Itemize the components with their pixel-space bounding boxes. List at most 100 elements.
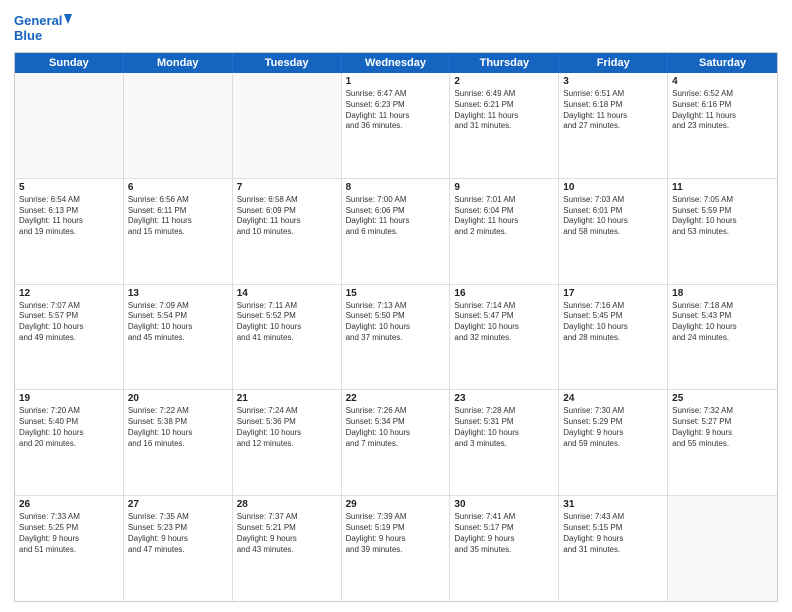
calendar-cell: 13 Sunrise: 7:09 AM Sunset: 5:54 PM Dayli… (124, 285, 233, 390)
day-number: 30 (454, 499, 554, 510)
calendar-row: 5 Sunrise: 6:54 AM Sunset: 6:13 PM Daylig… (15, 179, 777, 285)
day-number: 20 (128, 393, 228, 404)
weekday-header: Wednesday (342, 53, 451, 73)
empty-cell (668, 496, 777, 601)
day-number: 12 (19, 288, 119, 299)
day-number: 17 (563, 288, 663, 299)
calendar-cell: 28 Sunrise: 7:37 AM Sunset: 5:21 PM Dayli… (233, 496, 342, 601)
cell-info: Sunrise: 6:51 AM Sunset: 6:18 PM Dayligh… (563, 89, 663, 132)
cell-info: Sunrise: 7:43 AM Sunset: 5:15 PM Dayligh… (563, 512, 663, 555)
empty-cell (233, 73, 342, 178)
day-number: 10 (563, 182, 663, 193)
page: GeneralBlue SundayMondayTuesdayWednesday… (0, 0, 792, 612)
calendar-cell: 9 Sunrise: 7:01 AM Sunset: 6:04 PM Daylig… (450, 179, 559, 284)
calendar-cell: 10 Sunrise: 7:03 AM Sunset: 6:01 PM Dayli… (559, 179, 668, 284)
cell-info: Sunrise: 7:32 AM Sunset: 5:27 PM Dayligh… (672, 406, 773, 449)
calendar-row: 19 Sunrise: 7:20 AM Sunset: 5:40 PM Dayli… (15, 390, 777, 496)
calendar-cell: 12 Sunrise: 7:07 AM Sunset: 5:57 PM Dayli… (15, 285, 124, 390)
cell-info: Sunrise: 7:14 AM Sunset: 5:47 PM Dayligh… (454, 301, 554, 344)
weekday-header: Saturday (668, 53, 777, 73)
cell-info: Sunrise: 7:22 AM Sunset: 5:38 PM Dayligh… (128, 406, 228, 449)
cell-info: Sunrise: 6:58 AM Sunset: 6:09 PM Dayligh… (237, 195, 337, 238)
day-number: 8 (346, 182, 446, 193)
calendar-cell: 11 Sunrise: 7:05 AM Sunset: 5:59 PM Dayli… (668, 179, 777, 284)
day-number: 6 (128, 182, 228, 193)
calendar-cell: 7Sunrise: 6:58 AM Sunset: 6:09 PM Daylig… (233, 179, 342, 284)
day-number: 13 (128, 288, 228, 299)
day-number: 28 (237, 499, 337, 510)
weekday-header: Monday (124, 53, 233, 73)
cell-info: Sunrise: 7:05 AM Sunset: 5:59 PM Dayligh… (672, 195, 773, 238)
day-number: 18 (672, 288, 773, 299)
cell-info: Sunrise: 7:30 AM Sunset: 5:29 PM Dayligh… (563, 406, 663, 449)
day-number: 4 (672, 76, 773, 87)
calendar-cell: 29 Sunrise: 7:39 AM Sunset: 5:19 PM Dayli… (342, 496, 451, 601)
calendar-header: SundayMondayTuesdayWednesdayThursdayFrid… (15, 53, 777, 73)
cell-info: Sunrise: 7:16 AM Sunset: 5:45 PM Dayligh… (563, 301, 663, 344)
svg-text:General: General (14, 13, 62, 28)
cell-info: Sunrise: 7:09 AM Sunset: 5:54 PM Dayligh… (128, 301, 228, 344)
cell-info: Sunrise: 7:41 AM Sunset: 5:17 PM Dayligh… (454, 512, 554, 555)
cell-info: Sunrise: 6:54 AM Sunset: 6:13 PM Dayligh… (19, 195, 119, 238)
cell-info: Sunrise: 7:01 AM Sunset: 6:04 PM Dayligh… (454, 195, 554, 238)
day-number: 29 (346, 499, 446, 510)
calendar-row: 1 Sunrise: 6:47 AM Sunset: 6:23 PM Daylig… (15, 73, 777, 179)
logo: GeneralBlue (14, 10, 74, 46)
cell-info: Sunrise: 7:26 AM Sunset: 5:34 PM Dayligh… (346, 406, 446, 449)
calendar-cell: 25 Sunrise: 7:32 AM Sunset: 5:27 PM Dayli… (668, 390, 777, 495)
calendar-cell: 22 Sunrise: 7:26 AM Sunset: 5:34 PM Dayli… (342, 390, 451, 495)
day-number: 1 (346, 76, 446, 87)
day-number: 5 (19, 182, 119, 193)
cell-info: Sunrise: 7:28 AM Sunset: 5:31 PM Dayligh… (454, 406, 554, 449)
day-number: 11 (672, 182, 773, 193)
calendar-cell: 17 Sunrise: 7:16 AM Sunset: 5:45 PM Dayli… (559, 285, 668, 390)
header: GeneralBlue (14, 10, 778, 46)
calendar-body: 1 Sunrise: 6:47 AM Sunset: 6:23 PM Daylig… (15, 73, 777, 601)
weekday-header: Tuesday (233, 53, 342, 73)
calendar-cell: 24 Sunrise: 7:30 AM Sunset: 5:29 PM Dayli… (559, 390, 668, 495)
weekday-header: Thursday (450, 53, 559, 73)
empty-cell (15, 73, 124, 178)
cell-info: Sunrise: 7:03 AM Sunset: 6:01 PM Dayligh… (563, 195, 663, 238)
cell-info: Sunrise: 6:52 AM Sunset: 6:16 PM Dayligh… (672, 89, 773, 132)
calendar-cell: 21Sunrise: 7:24 AM Sunset: 5:36 PM Dayli… (233, 390, 342, 495)
calendar-row: 26Sunrise: 7:33 AM Sunset: 5:25 PM Dayli… (15, 496, 777, 601)
calendar-cell: 16 Sunrise: 7:14 AM Sunset: 5:47 PM Dayli… (450, 285, 559, 390)
cell-info: Sunrise: 7:39 AM Sunset: 5:19 PM Dayligh… (346, 512, 446, 555)
day-number: 15 (346, 288, 446, 299)
cell-info: Sunrise: 7:37 AM Sunset: 5:21 PM Dayligh… (237, 512, 337, 555)
cell-info: Sunrise: 7:20 AM Sunset: 5:40 PM Dayligh… (19, 406, 119, 449)
day-number: 16 (454, 288, 554, 299)
day-number: 26 (19, 499, 119, 510)
calendar-row: 12 Sunrise: 7:07 AM Sunset: 5:57 PM Dayli… (15, 285, 777, 391)
cell-info: Sunrise: 7:00 AM Sunset: 6:06 PM Dayligh… (346, 195, 446, 238)
calendar-cell: 20 Sunrise: 7:22 AM Sunset: 5:38 PM Dayli… (124, 390, 233, 495)
calendar-cell: 3Sunrise: 6:51 AM Sunset: 6:18 PM Daylig… (559, 73, 668, 178)
calendar-cell: 6 Sunrise: 6:56 AM Sunset: 6:11 PM Daylig… (124, 179, 233, 284)
calendar-cell: 19 Sunrise: 7:20 AM Sunset: 5:40 PM Dayli… (15, 390, 124, 495)
calendar-cell: 23Sunrise: 7:28 AM Sunset: 5:31 PM Dayli… (450, 390, 559, 495)
day-number: 9 (454, 182, 554, 193)
logo-svg: GeneralBlue (14, 10, 74, 46)
calendar-cell: 2Sunrise: 6:49 AM Sunset: 6:21 PM Daylig… (450, 73, 559, 178)
cell-info: Sunrise: 6:47 AM Sunset: 6:23 PM Dayligh… (346, 89, 446, 132)
svg-text:Blue: Blue (14, 28, 42, 43)
calendar-cell: 30 Sunrise: 7:41 AM Sunset: 5:17 PM Dayli… (450, 496, 559, 601)
day-number: 25 (672, 393, 773, 404)
day-number: 27 (128, 499, 228, 510)
day-number: 19 (19, 393, 119, 404)
cell-info: Sunrise: 7:07 AM Sunset: 5:57 PM Dayligh… (19, 301, 119, 344)
day-number: 14 (237, 288, 337, 299)
cell-info: Sunrise: 6:56 AM Sunset: 6:11 PM Dayligh… (128, 195, 228, 238)
weekday-header: Friday (559, 53, 668, 73)
calendar-cell: 8 Sunrise: 7:00 AM Sunset: 6:06 PM Daylig… (342, 179, 451, 284)
weekday-header: Sunday (15, 53, 124, 73)
day-number: 21 (237, 393, 337, 404)
day-number: 24 (563, 393, 663, 404)
cell-info: Sunrise: 6:49 AM Sunset: 6:21 PM Dayligh… (454, 89, 554, 132)
day-number: 22 (346, 393, 446, 404)
empty-cell (124, 73, 233, 178)
calendar-cell: 27Sunrise: 7:35 AM Sunset: 5:23 PM Dayli… (124, 496, 233, 601)
calendar-cell: 15Sunrise: 7:13 AM Sunset: 5:50 PM Dayli… (342, 285, 451, 390)
cell-info: Sunrise: 7:18 AM Sunset: 5:43 PM Dayligh… (672, 301, 773, 344)
